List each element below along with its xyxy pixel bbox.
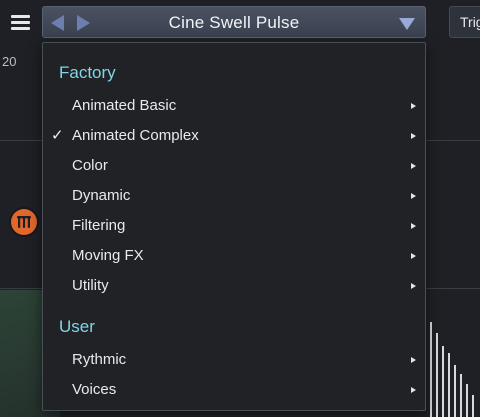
menu-item-label: Color bbox=[72, 157, 108, 174]
menu-item-label: Voices bbox=[72, 381, 117, 398]
hamburger-line bbox=[11, 15, 30, 18]
spectrum-bars bbox=[420, 300, 480, 417]
menu-item-label: Rythmic bbox=[72, 351, 127, 368]
submenu-arrow-icon bbox=[411, 193, 416, 199]
section-heading-factory: Factory bbox=[59, 63, 116, 82]
submenu-arrow-icon bbox=[411, 387, 416, 393]
menu-item-animated-complex[interactable]: ✓ Animated Complex bbox=[43, 122, 425, 150]
hamburger-line bbox=[11, 21, 30, 24]
menu-item-label: Animated Complex bbox=[72, 127, 199, 144]
submenu-arrow-icon bbox=[411, 223, 416, 229]
submenu-arrow-icon bbox=[411, 103, 416, 109]
preset-selector[interactable]: Cine Swell Pulse bbox=[42, 6, 426, 38]
submenu-arrow-icon bbox=[411, 133, 416, 139]
menu-item-filtering[interactable]: Filtering bbox=[43, 212, 425, 240]
submenu-arrow-icon bbox=[411, 357, 416, 363]
comb-icon bbox=[17, 216, 31, 228]
spectrum-bar bbox=[436, 333, 438, 417]
menu-item-moving-fx[interactable]: Moving FX bbox=[43, 242, 425, 270]
preset-dropdown-menu: Factory Animated Basic ✓ Animated Comple… bbox=[42, 42, 426, 411]
spectrum-bar bbox=[430, 322, 432, 417]
menu-item-animated-basic[interactable]: Animated Basic bbox=[43, 92, 425, 120]
band-handle-icon[interactable] bbox=[11, 209, 37, 235]
preset-name[interactable]: Cine Swell Pulse bbox=[43, 13, 425, 33]
menu-item-label: Filtering bbox=[72, 217, 126, 234]
submenu-arrow-icon bbox=[411, 283, 416, 289]
spectrum-bar bbox=[454, 365, 456, 417]
hamburger-menu-icon[interactable] bbox=[9, 10, 33, 32]
spectrum-bar bbox=[466, 384, 468, 417]
menu-item-voices[interactable]: Voices bbox=[43, 376, 425, 404]
spectrum-bar bbox=[460, 374, 462, 417]
menu-item-label: Utility bbox=[72, 277, 109, 294]
spectrum-bar bbox=[472, 395, 474, 417]
scale-tick-label: 20 bbox=[2, 54, 17, 69]
submenu-arrow-icon bbox=[411, 253, 416, 259]
menu-item-utility[interactable]: Utility bbox=[43, 272, 425, 300]
submenu-arrow-icon bbox=[411, 163, 416, 169]
menu-item-rythmic[interactable]: Rythmic bbox=[43, 346, 425, 374]
trigger-button[interactable]: Trig bbox=[449, 6, 480, 38]
menu-item-label: Dynamic bbox=[72, 187, 131, 204]
menu-item-label: Moving FX bbox=[72, 247, 144, 264]
menu-item-color[interactable]: Color bbox=[43, 152, 425, 180]
menu-item-dynamic[interactable]: Dynamic bbox=[43, 182, 425, 210]
checkmark-icon: ✓ bbox=[51, 127, 64, 144]
section-heading-user: User bbox=[59, 317, 95, 336]
plugin-window: 20 Cine Swell Pulse Trig Factory Animate… bbox=[0, 0, 480, 417]
menu-item-label: Animated Basic bbox=[72, 97, 177, 114]
hamburger-line bbox=[11, 27, 30, 30]
dropdown-triangle-icon[interactable] bbox=[399, 18, 415, 30]
spectrum-bar bbox=[448, 353, 450, 417]
spectrum-bar bbox=[442, 346, 444, 417]
top-toolbar: Cine Swell Pulse Trig bbox=[0, 0, 480, 44]
